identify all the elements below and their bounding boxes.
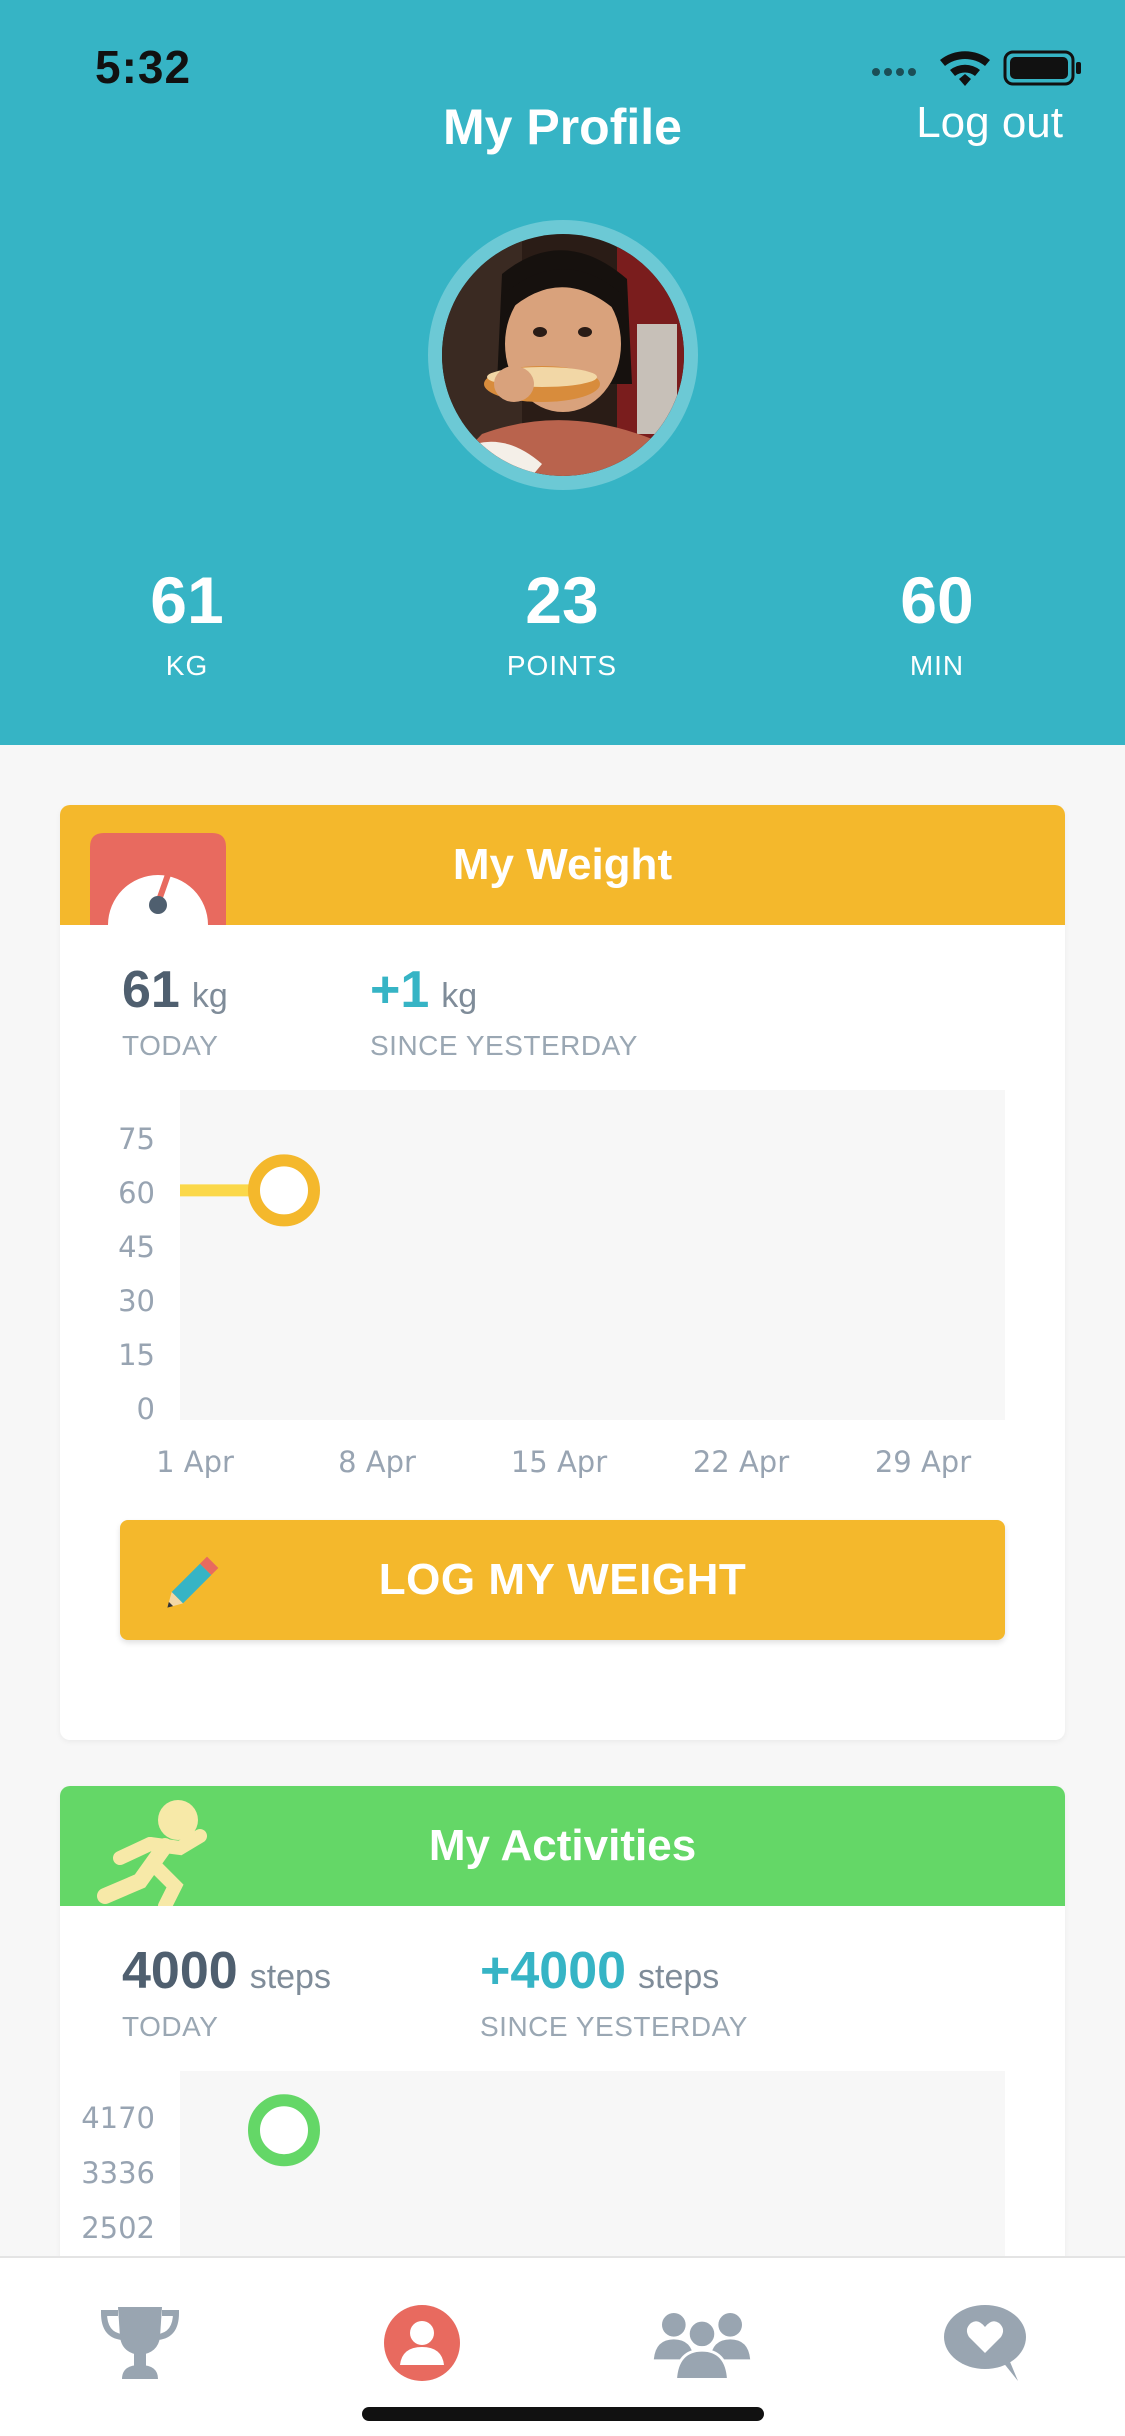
runner-icon <box>97 1800 207 1906</box>
stat-minutes: 60 MIN <box>787 560 1087 682</box>
group-icon <box>653 2313 751 2381</box>
x-tick-label: 1 Apr <box>156 1445 234 1479</box>
profile-header: 5:32 My Profile Log out 61 KG 23 POINTS … <box>0 0 1125 745</box>
metric-unit: kg <box>441 977 478 1015</box>
steps-change: +4000 steps SINCE YESTERDAY <box>480 1941 748 2043</box>
weight-data-point <box>248 1154 320 1227</box>
x-tick-label: 22 Apr <box>692 1445 790 1479</box>
trophy-icon <box>100 2307 180 2379</box>
steps-today: 4000 steps TODAY <box>122 1941 331 2043</box>
metric-value: +1 <box>370 961 430 1019</box>
activity-metrics: 4000 steps TODAY +4000 steps SINCE YESTERD… <box>60 1906 1065 2071</box>
y-tick-label: 0 <box>136 1392 155 1426</box>
metric-unit: steps <box>638 1958 720 1996</box>
home-indicator <box>362 2407 764 2421</box>
y-tick-label: 4170 <box>81 2101 155 2135</box>
avatar[interactable] <box>428 220 698 490</box>
y-tick-label: 45 <box>118 1230 155 1264</box>
log-weight-label: LOG MY WEIGHT <box>378 1555 747 1604</box>
battery-icon <box>1003 50 1081 86</box>
scale-gauge-icon <box>90 833 226 925</box>
stat-value: 60 <box>900 563 974 637</box>
metric-value: +4000 <box>480 1942 627 2000</box>
weight-card: My Weight 61 kg TODAY +1 kg SINCE YESTERDA… <box>60 805 1065 1740</box>
tab-achievements[interactable] <box>90 2303 190 2393</box>
metric-value: 61 <box>122 961 180 1019</box>
stat-unit: POINTS <box>506 650 618 681</box>
activity-card-title: My Activities <box>428 1821 697 1870</box>
activity-card-header: My Activities <box>60 1786 1065 1906</box>
y-tick-label: 2502 <box>81 2211 155 2245</box>
stat-points: 23 POINTS <box>412 560 712 682</box>
metric-unit: kg <box>191 977 228 1015</box>
stat-weight: 61 KG <box>37 560 337 682</box>
tab-community[interactable] <box>652 2303 752 2393</box>
pencil-icon <box>167 1556 219 1608</box>
metric-label: SINCE YESTERDAY <box>370 1030 638 1061</box>
y-tick-label: 15 <box>118 1338 155 1372</box>
tab-messages[interactable] <box>935 2303 1035 2393</box>
weight-card-title: My Weight <box>452 840 673 889</box>
log-weight-button[interactable]: LOG MY WEIGHT <box>120 1520 1005 1640</box>
status-time: 5:32 <box>95 41 192 93</box>
status-icons <box>872 50 1081 86</box>
metric-label: TODAY <box>122 1030 219 1061</box>
weight-today: 61 kg TODAY <box>122 960 228 1062</box>
stat-value: 23 <box>525 563 599 637</box>
tab-profile[interactable] <box>372 2303 472 2393</box>
x-tick-label: 15 Apr <box>510 1445 608 1479</box>
profile-icon <box>384 2305 460 2381</box>
weight-card-header: My Weight <box>60 805 1065 925</box>
metric-value: 4000 <box>122 1942 238 2000</box>
y-tick-label: 3336 <box>81 2156 155 2190</box>
metric-label: SINCE YESTERDAY <box>480 2011 748 2042</box>
y-tick-label: 30 <box>118 1284 155 1318</box>
stat-unit: MIN <box>909 650 965 681</box>
chat-heart-icon <box>944 2305 1026 2381</box>
weight-metrics: 61 kg TODAY +1 kg SINCE YESTERDAY <box>60 925 1065 1090</box>
x-tick-label: 29 Apr <box>874 1445 972 1479</box>
x-tick-label: 8 Apr <box>338 1445 416 1479</box>
stat-value: 61 <box>150 563 224 637</box>
weight-chart: 75 60 45 30 15 0 1 Apr 8 Apr 15 Apr 22 Apr 29 Apr <box>60 1090 1065 1510</box>
profile-photo <box>442 234 684 476</box>
metric-unit: steps <box>249 1958 331 1996</box>
cellular-signal-icon <box>872 68 916 76</box>
y-tick-label: 75 <box>118 1122 155 1156</box>
tab-bar <box>0 2256 1125 2436</box>
wifi-icon <box>940 51 990 86</box>
stat-unit: KG <box>165 650 209 681</box>
metric-label: TODAY <box>122 2011 219 2042</box>
activity-data-point <box>248 2094 320 2167</box>
weight-change: +1 kg SINCE YESTERDAY <box>370 960 638 1062</box>
logout-button[interactable]: Log out <box>916 98 1063 148</box>
y-tick-label: 60 <box>118 1176 155 1210</box>
